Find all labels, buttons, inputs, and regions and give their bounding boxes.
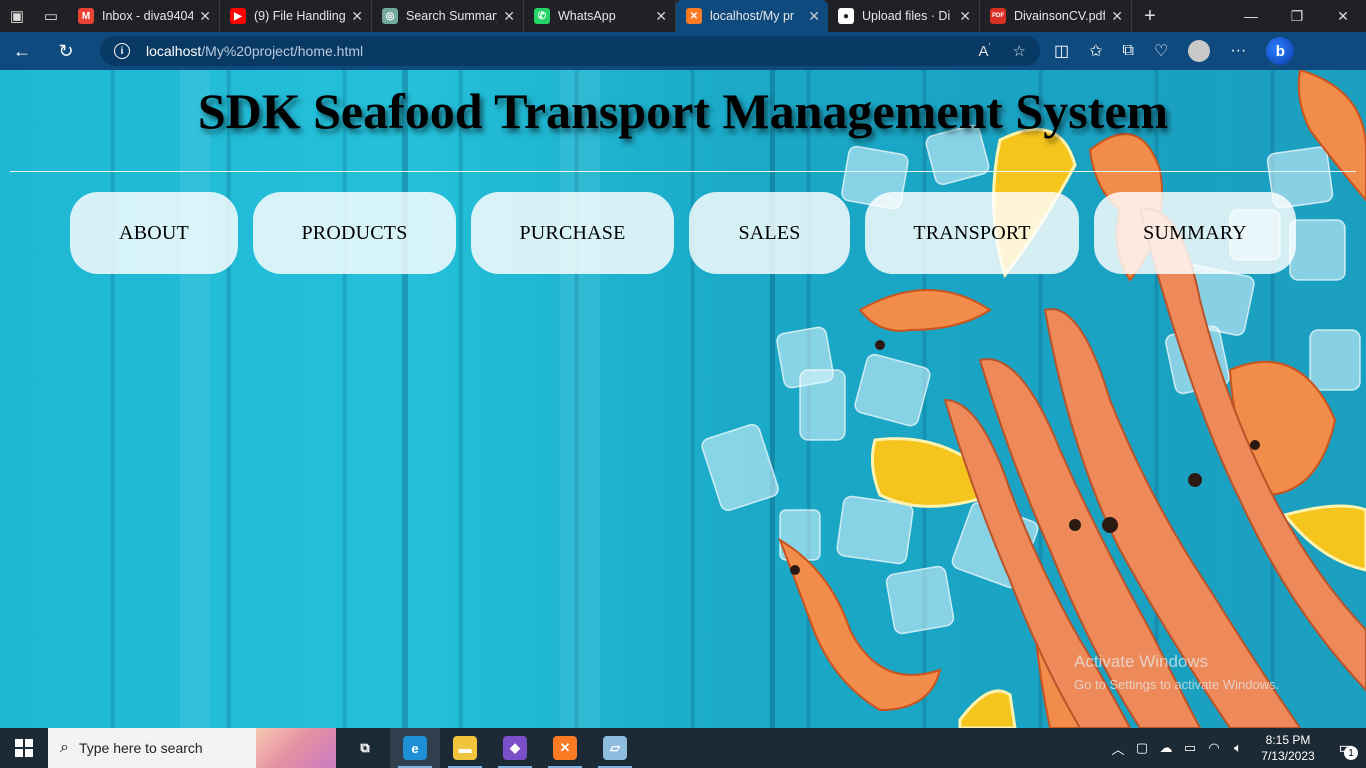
xampp-icon: ✕ — [686, 8, 702, 24]
browser-tab[interactable]: PDF DivainsonCV.pdf ✕ — [980, 0, 1132, 32]
refresh-icon[interactable]: ↻ — [44, 32, 88, 70]
more-menu-icon[interactable]: ··· — [1230, 42, 1246, 60]
restore-icon[interactable]: ❐ — [1274, 0, 1320, 32]
nav-button-sales[interactable]: SALES — [689, 192, 850, 274]
browser-tab-strip: ▣ ▭ M Inbox - diva9404 ✕ ▶ (9) File Handling… — [0, 0, 1366, 32]
system-tray: ︿ ▢ ☁ ▭ ◠ 🔈︎ 8:15 PM 7/13/2023 ▭1 — [1106, 728, 1366, 768]
read-aloud-icon[interactable]: Aʼ — [979, 42, 991, 60]
bing-chat-icon[interactable]: b — [1266, 37, 1295, 65]
notification-center-icon[interactable]: ▭1 — [1326, 728, 1366, 768]
xampp-icon: ✕ — [553, 736, 577, 760]
start-button[interactable] — [0, 728, 48, 768]
windows-logo-icon — [15, 739, 33, 757]
search-highlight-image — [256, 728, 336, 768]
site-info-icon[interactable]: i — [114, 43, 130, 59]
file-explorer-icon: ▬ — [453, 736, 477, 760]
windows-taskbar: ⌕ Type here to search ⧉ e ▬ ◆ ✕ ▱ ︿ ▢ ☁ ▭ ◠ 🔈… — [0, 728, 1366, 768]
show-hidden-icons-icon[interactable]: ︿ — [1106, 739, 1130, 758]
taskbar-app-button[interactable]: ✕ — [540, 728, 590, 768]
tab-actions-icon[interactable]: ▭ — [34, 0, 68, 32]
close-tab-icon[interactable]: ✕ — [351, 8, 363, 25]
browser-tab[interactable]: ▶ (9) File Handling ✕ — [220, 0, 372, 32]
browser-tab[interactable]: ● Upload files · Di ✕ — [828, 0, 980, 32]
close-tab-icon[interactable]: ✕ — [959, 8, 971, 25]
close-tab-icon[interactable]: ✕ — [199, 8, 211, 25]
close-tab-icon[interactable]: ✕ — [1111, 8, 1123, 25]
address-bar[interactable]: i localhost/My%20project/home.html Aʼ ☆ — [100, 36, 1040, 66]
notification-badge: 1 — [1344, 746, 1358, 760]
youtube-icon: ▶ — [230, 8, 246, 24]
close-tab-icon[interactable]: ✕ — [655, 8, 667, 25]
nav-button-about[interactable]: ABOUT — [70, 192, 238, 274]
taskbar-app-button[interactable]: e — [390, 728, 440, 768]
meet-now-icon[interactable]: ▢ — [1130, 740, 1154, 756]
workspaces-icon[interactable]: ▣ — [0, 0, 34, 32]
taskbar-search-box[interactable]: ⌕ Type here to search — [48, 728, 336, 768]
page-title: SDK Seafood Transport Management System — [197, 83, 1169, 139]
new-tab-button[interactable]: + — [1132, 5, 1168, 28]
taskbar-clock[interactable]: 8:15 PM 7/13/2023 — [1250, 732, 1326, 764]
taskbar-app-button[interactable]: ◆ — [490, 728, 540, 768]
search-placeholder: Type here to search — [78, 740, 203, 756]
title-divider — [10, 171, 1356, 172]
onedrive-icon[interactable]: ☁ — [1154, 740, 1178, 756]
taskbar-app-button[interactable]: ▬ — [440, 728, 490, 768]
nav-button-products[interactable]: PRODUCTS — [253, 192, 456, 274]
collections-icon[interactable]: ⧉ — [1123, 42, 1134, 60]
chatgpt-icon: ◎ — [382, 8, 398, 24]
taskbar-app-button[interactable]: ▱ — [590, 728, 640, 768]
clock-date: 7/13/2023 — [1261, 749, 1315, 763]
split-screen-icon[interactable]: ◫ — [1054, 41, 1069, 61]
favorite-star-icon[interactable]: ☆ — [1013, 42, 1026, 60]
search-icon: ⌕ — [60, 739, 69, 756]
browser-tab[interactable]: ✕ localhost/My pr ✕ — [676, 0, 828, 32]
activate-windows-title: Activate Windows — [1074, 652, 1209, 671]
browser-tab-label: Inbox - diva9404 — [102, 9, 194, 23]
gmail-icon: M — [78, 8, 94, 24]
pdf-icon: PDF — [990, 8, 1006, 24]
nav-button-transport[interactable]: TRANSPORT — [865, 192, 1079, 274]
activate-windows-subtitle: Go to Settings to activate Windows. — [1074, 677, 1280, 692]
page-viewport: SDK Seafood Transport Management System … — [0, 70, 1366, 728]
close-window-icon[interactable]: ✕ — [1320, 0, 1366, 32]
taskbar-app-button[interactable]: ⧉ — [340, 728, 390, 768]
browser-toolbar: ← ↻ i localhost/My%20project/home.html A… — [0, 32, 1366, 70]
notepad-icon: ▱ — [603, 736, 627, 760]
whatsapp-icon: ✆ — [534, 8, 550, 24]
task-view-icon: ⧉ — [360, 740, 370, 755]
browser-tab-label: WhatsApp — [558, 9, 616, 23]
edge-icon: e — [403, 736, 427, 760]
close-tab-icon[interactable]: ✕ — [808, 8, 820, 25]
favorites-icon[interactable]: ✩ — [1089, 41, 1102, 61]
nav-button-purchase[interactable]: PURCHASE — [471, 192, 674, 274]
browser-tab-label: DivainsonCV.pdf — [1014, 9, 1106, 23]
browser-tab[interactable]: M Inbox - diva9404 ✕ — [68, 0, 220, 32]
github-icon: ● — [838, 8, 854, 24]
nav-button-summary[interactable]: SUMMARY — [1094, 192, 1296, 274]
profile-avatar[interactable] — [1188, 40, 1211, 62]
browser-tab-label: Search Summary — [406, 9, 498, 23]
clock-time: 8:15 PM — [1265, 733, 1311, 747]
browser-tab[interactable]: ✆ WhatsApp ✕ — [524, 0, 676, 32]
volume-icon[interactable]: 🔈︎ — [1226, 740, 1250, 756]
back-arrow-icon[interactable]: ← — [0, 32, 44, 70]
seafood-background-image — [701, 70, 1366, 728]
minimize-icon[interactable]: — — [1228, 0, 1274, 32]
close-tab-icon[interactable]: ✕ — [503, 8, 515, 25]
browser-essentials-icon[interactable]: ♡ — [1154, 41, 1168, 61]
url-path: /My%20project/home.html — [201, 43, 364, 59]
window-controls: — ❐ ✕ — [1228, 0, 1366, 32]
browser-tab-label: localhost/My pr — [710, 9, 795, 23]
url-host: localhost — [146, 43, 202, 59]
visual-studio-icon: ◆ — [503, 736, 527, 760]
wifi-icon[interactable]: ◠ — [1202, 740, 1226, 756]
browser-tab-label: (9) File Handling — [254, 9, 346, 23]
battery-icon[interactable]: ▭ — [1178, 740, 1202, 756]
browser-tab-label: Upload files · Di — [862, 9, 951, 23]
browser-tab[interactable]: ◎ Search Summary ✕ — [372, 0, 524, 32]
